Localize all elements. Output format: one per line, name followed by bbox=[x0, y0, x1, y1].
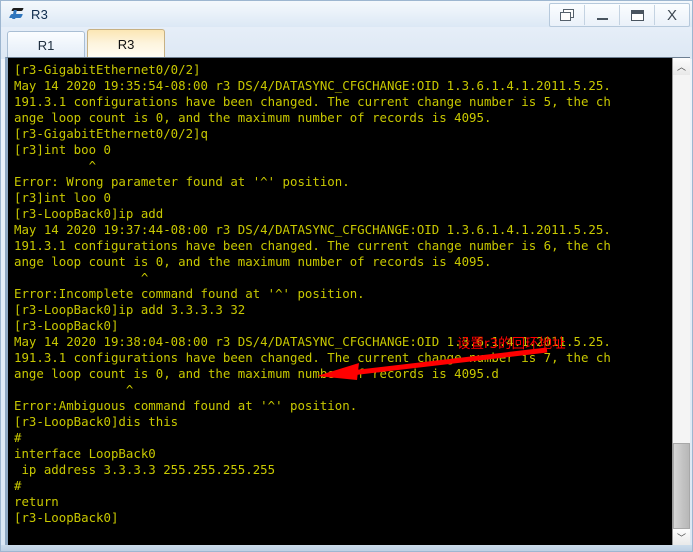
chevron-down-icon: ﹀ bbox=[676, 533, 686, 543]
restore-button[interactable] bbox=[550, 5, 585, 25]
terminal-frame: [r3-GigabitEthernet0/0/2] May 14 2020 19… bbox=[5, 57, 690, 545]
tab-r1-label: R1 bbox=[37, 38, 55, 53]
scroll-up-button[interactable]: ︿ bbox=[673, 58, 690, 75]
terminal-scrollbar[interactable]: ︿ ﹀ bbox=[672, 58, 690, 545]
scroll-down-button[interactable]: ﹀ bbox=[673, 529, 690, 545]
tab-r1[interactable]: R1 bbox=[7, 31, 85, 59]
title-bar-left: R3 bbox=[1, 6, 48, 23]
minimize-icon bbox=[596, 17, 608, 20]
router-icon bbox=[8, 6, 26, 23]
close-icon: X bbox=[666, 6, 677, 24]
scrollbar-track[interactable] bbox=[673, 75, 690, 529]
chevron-up-icon: ︿ bbox=[676, 62, 686, 72]
tab-strip: R1 R3 bbox=[1, 27, 692, 59]
tab-r3-label: R3 bbox=[117, 37, 135, 52]
window-title: R3 bbox=[31, 6, 49, 22]
restore-icon bbox=[560, 9, 574, 21]
maximize-icon bbox=[630, 9, 644, 21]
close-button[interactable]: X bbox=[655, 5, 689, 25]
title-bar: R3 X bbox=[1, 1, 692, 27]
window-controls: X bbox=[549, 3, 690, 27]
router-cli-window: R3 X R1 R3 [r3-GigabitEthernet0/0/2] May… bbox=[0, 0, 693, 552]
tab-r3[interactable]: R3 bbox=[87, 29, 165, 59]
minimize-button[interactable] bbox=[585, 5, 620, 25]
terminal-output: [r3-GigabitEthernet0/0/2] May 14 2020 19… bbox=[14, 62, 611, 525]
scrollbar-thumb[interactable] bbox=[673, 443, 690, 529]
terminal-console[interactable]: [r3-GigabitEthernet0/0/2] May 14 2020 19… bbox=[8, 58, 672, 545]
window-bottom-strip bbox=[1, 545, 692, 551]
maximize-button[interactable] bbox=[620, 5, 655, 25]
annotation-label: 设置r3的回环地址 bbox=[457, 336, 566, 352]
